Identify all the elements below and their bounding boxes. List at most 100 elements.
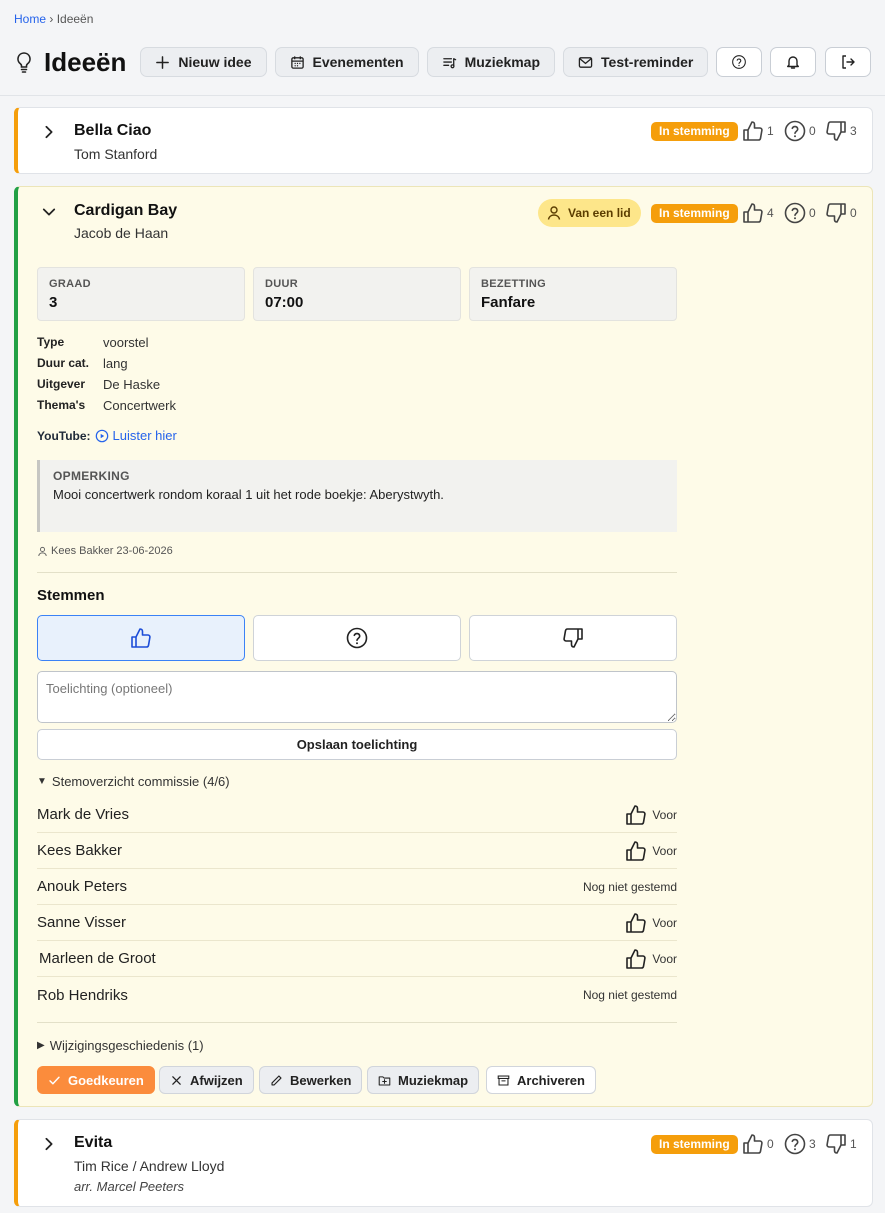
member-name: Kees Bakker	[37, 842, 123, 859]
detail-key: Thema's	[37, 398, 86, 412]
vote-up-button[interactable]	[37, 615, 245, 661]
detail-value: Concertwerk	[103, 398, 176, 413]
member-vote: Nog niet gestemd	[583, 880, 677, 894]
member-vote-label: Voor	[652, 915, 677, 930]
new-idea-button[interactable]: Nieuw idee	[140, 47, 267, 77]
author-text: Kees Bakker 23-06-2026	[51, 545, 173, 557]
status-badge: In stemming	[651, 204, 738, 223]
thumbs-down-icon	[824, 1132, 848, 1156]
stat-label: GRAAD	[49, 278, 91, 290]
music-folder-action-label: Muziekmap	[398, 1072, 469, 1088]
test-reminder-button[interactable]: Test-reminder	[563, 47, 709, 77]
reject-button[interactable]: Afwijzen	[159, 1066, 254, 1094]
vote-down-count: 3	[824, 119, 857, 143]
member-vote: Voor	[624, 911, 677, 935]
maybe-count: 3	[809, 1137, 816, 1151]
check-icon	[49, 1076, 60, 1084]
member-vote-label: Voor	[652, 951, 677, 966]
thumbs-down-icon	[561, 626, 585, 650]
comment-textarea[interactable]	[37, 671, 677, 723]
thumbs-up-icon	[741, 201, 765, 225]
committee-row: Marleen de Groot Voor	[37, 941, 677, 977]
chevron-right-icon[interactable]	[42, 1137, 56, 1151]
vote-overview-label: Stemoverzicht commissie (4/6)	[51, 774, 230, 789]
vote-down-count: 0	[824, 201, 857, 225]
question-icon	[731, 54, 747, 70]
logout-button[interactable]	[825, 47, 871, 77]
member-vote: Voor	[624, 947, 677, 971]
idea-card-bella-ciao[interactable]: Bella Ciao Tom Stanford In stemming 1 0 …	[14, 107, 873, 174]
help-button[interactable]	[716, 47, 763, 77]
up-count: 0	[767, 1137, 774, 1151]
committee-row: Mark de Vries Voor	[37, 797, 677, 833]
page-header: Ideeën Nieuw idee Evenementen Muziekmap …	[14, 46, 871, 78]
vote-overview-toggle[interactable]: ▼ Stemoverzicht commissie (4/6)	[37, 774, 230, 789]
member-name: Sanne Visser	[37, 914, 126, 931]
member-badge: Van een lid	[538, 199, 641, 227]
history-toggle[interactable]: ▶ Wijzigingsgeschiedenis (1)	[37, 1038, 204, 1053]
youtube-label: YouTube:	[37, 428, 91, 443]
reject-label: Afwijzen	[190, 1072, 243, 1088]
status-badge: In stemming	[651, 1135, 738, 1154]
bell-icon	[787, 56, 800, 69]
author-line: Kees Bakker 23-06-2026	[37, 545, 173, 557]
member-name: Rob Hendriks	[37, 986, 128, 1004]
detail-type: Type voorstel	[37, 335, 149, 350]
archive-button[interactable]: Archiveren	[486, 1066, 596, 1094]
breadcrumb-home-link[interactable]: Home	[14, 12, 46, 26]
edit-label: Bewerken	[290, 1072, 352, 1088]
music-folder-button[interactable]: Muziekmap	[426, 47, 556, 77]
idea-arranger: arr. Marcel Peeters	[74, 1179, 185, 1194]
save-comment-button[interactable]: Opslaan toelichting	[37, 729, 677, 760]
thumbs-up-icon	[624, 947, 648, 971]
member-name: Mark de Vries	[37, 806, 129, 823]
member-vote-label: Voor	[652, 807, 677, 822]
member-vote: Voor	[624, 803, 677, 827]
detail-publisher: Uitgever De Haske	[37, 377, 160, 392]
status-badge: In stemming	[651, 122, 738, 141]
notifications-button[interactable]	[770, 47, 817, 77]
member-name: Marleen de Groot	[39, 950, 156, 967]
approve-button[interactable]: Goedkeuren	[37, 1066, 155, 1094]
down-count: 1	[850, 1137, 857, 1151]
stat-instrumentation: BEZETTING Fanfare	[469, 267, 677, 321]
detail-value: voorstel	[103, 335, 149, 350]
vote-down-button[interactable]	[469, 615, 677, 661]
divider	[37, 572, 677, 573]
page-title-text: Ideeën	[44, 46, 127, 77]
thumbs-up-icon	[624, 803, 648, 827]
youtube-row: YouTube: Luister hier	[37, 428, 177, 443]
breadcrumb: Home › Ideeën	[14, 12, 93, 26]
add-to-music-folder-button[interactable]: Muziekmap	[367, 1066, 480, 1094]
stat-value: Fanfare	[481, 294, 536, 311]
events-label: Evenementen	[312, 54, 404, 70]
member-vote: Nog niet gestemd	[583, 988, 677, 1002]
committee-row: Anouk Peters Nog niet gestemd	[37, 869, 677, 905]
question-icon	[783, 119, 807, 143]
thumbs-down-icon	[824, 201, 848, 225]
idea-card-evita[interactable]: Evita Tim Rice / Andrew Lloyd arr. Marce…	[14, 1119, 873, 1207]
triangle-down-icon: ▼	[37, 776, 47, 787]
chevron-down-icon[interactable]	[42, 205, 56, 219]
lightbulb-icon	[17, 52, 31, 73]
triangle-right-icon: ▶	[37, 1040, 45, 1051]
youtube-link[interactable]: Luister hier	[95, 428, 177, 443]
edit-button[interactable]: Bewerken	[259, 1066, 363, 1094]
idea-subtitle: Tim Rice / Andrew Lloyd	[74, 1158, 225, 1174]
thumbs-up-icon	[129, 626, 153, 650]
breadcrumb-current: Ideeën	[56, 12, 94, 26]
header-divider	[0, 95, 885, 96]
vote-maybe-button[interactable]	[253, 615, 461, 661]
stat-value: 3	[49, 294, 58, 311]
idea-title: Bella Ciao	[74, 122, 152, 139]
member-vote: Voor	[624, 839, 677, 863]
events-button[interactable]: Evenementen	[274, 47, 419, 77]
detail-value: De Haske	[103, 377, 161, 392]
thumbs-up-icon	[741, 1132, 765, 1156]
voting-title: Stemmen	[37, 587, 105, 604]
user-icon	[547, 206, 561, 220]
question-icon	[345, 626, 369, 650]
chevron-right-icon[interactable]	[42, 125, 56, 139]
close-icon	[172, 1075, 181, 1085]
stat-grade: GRAAD 3	[37, 267, 245, 321]
